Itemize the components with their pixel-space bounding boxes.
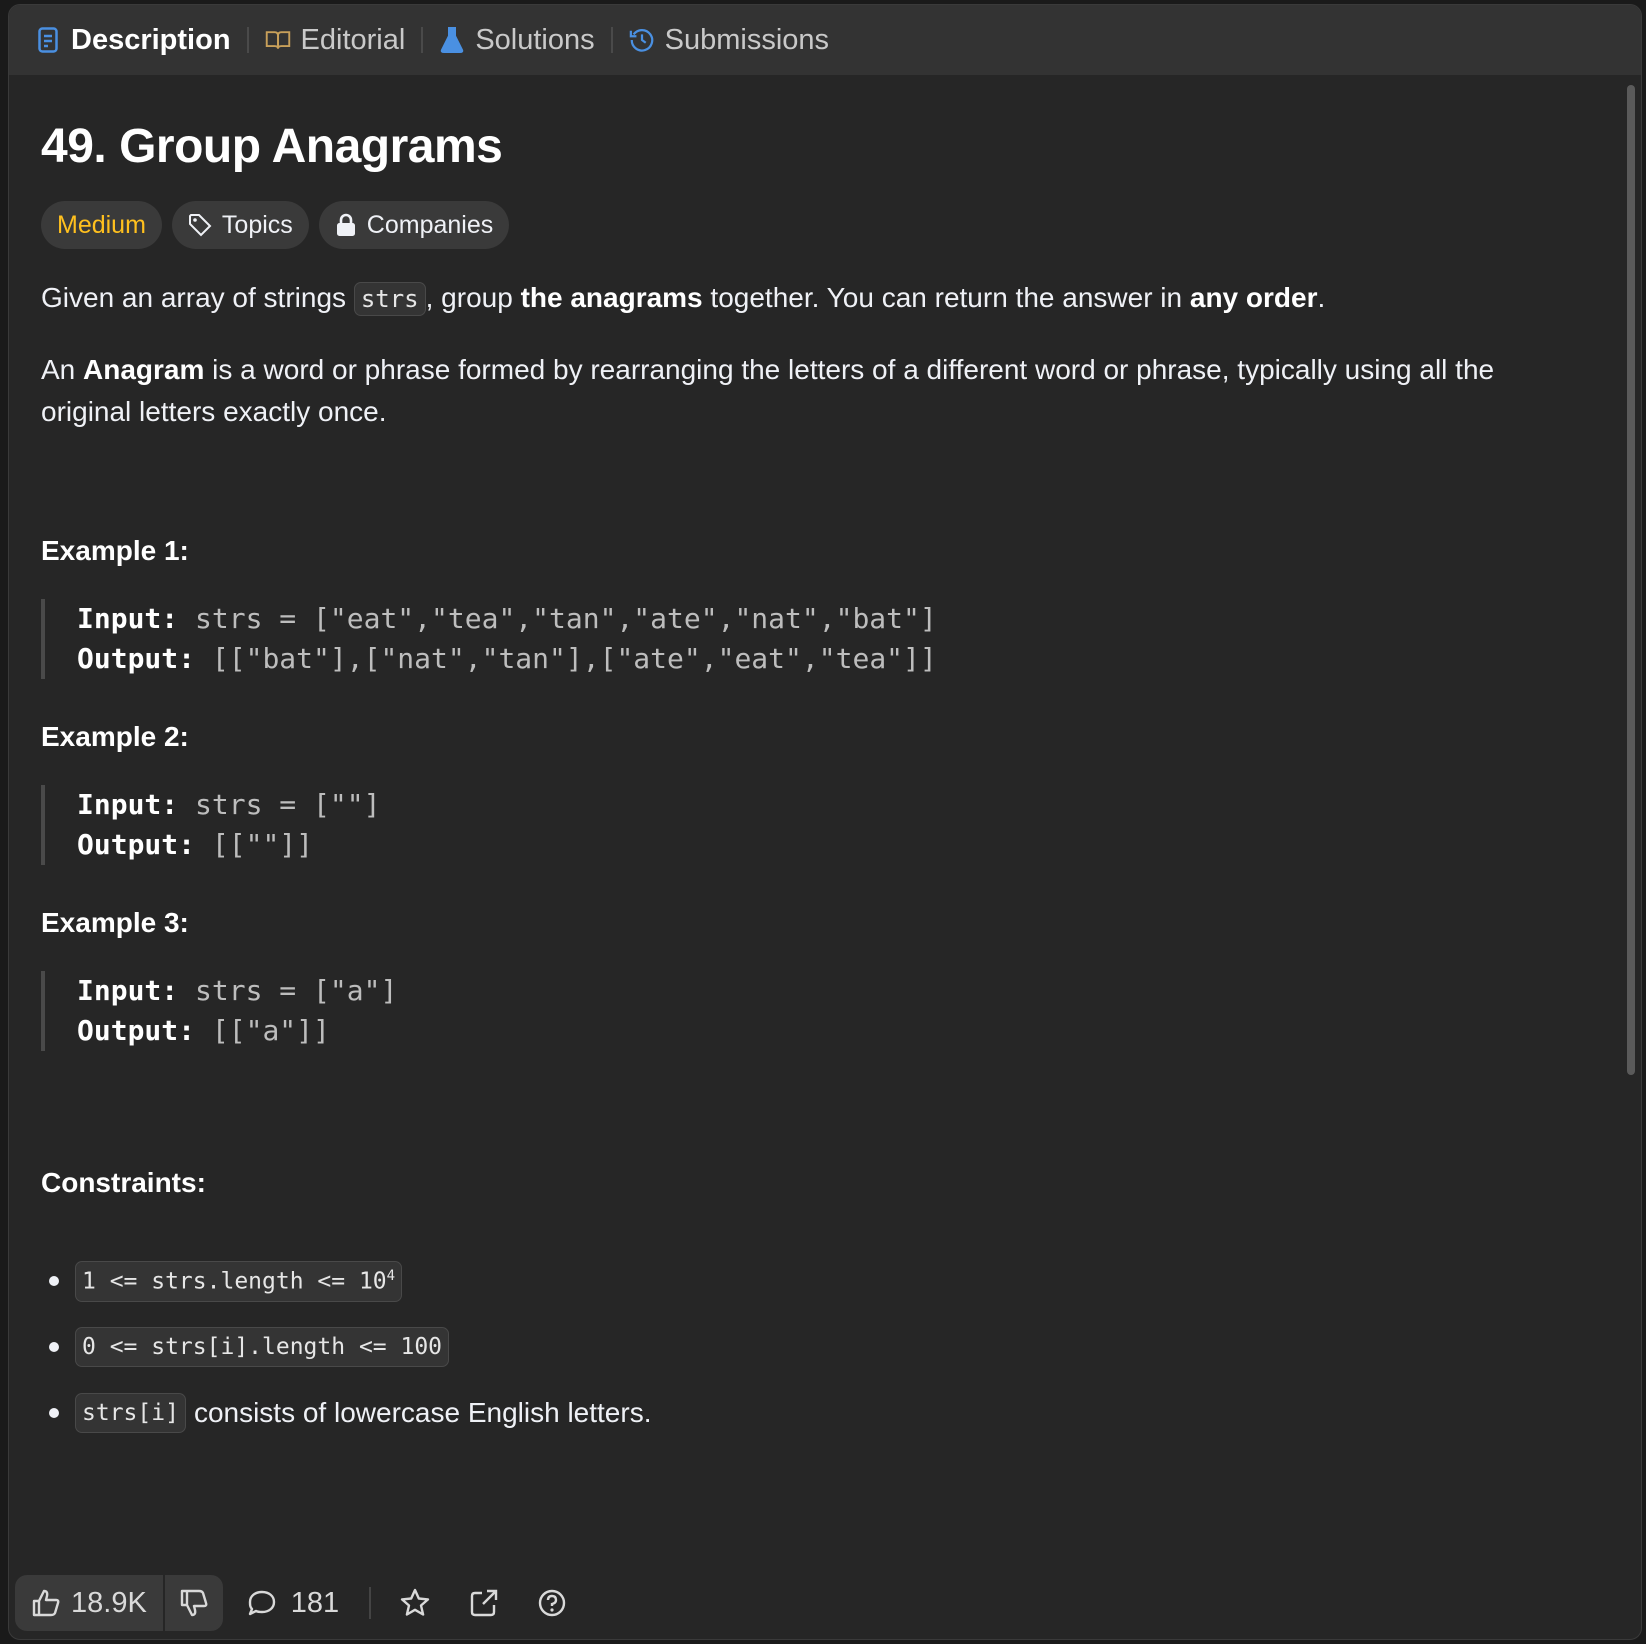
input-value: strs = ["eat","tea","tan","ate","nat","b… [178, 602, 937, 635]
tab-description[interactable]: Description [35, 5, 231, 75]
inline-code: 0 <= strs[i].length <= 100 [75, 1327, 450, 1367]
list-item: 0 <= strs[i].length <= 100 [41, 1327, 450, 1367]
help-button[interactable] [537, 1588, 567, 1618]
output-value: [["bat"],["nat","tan"],["ate","eat","tea… [195, 642, 937, 675]
page-title: 49. Group Anagrams [41, 120, 503, 173]
like-button[interactable]: 18.9K [15, 1575, 163, 1631]
history-icon [629, 25, 655, 55]
tab-label: Submissions [664, 23, 830, 56]
thumbs-down-icon [180, 1589, 208, 1617]
like-count: 18.9K [71, 1586, 147, 1619]
example-title: Example 1: [41, 535, 189, 566]
anagram-definition: An Anagram is a word or phrase formed by… [41, 349, 1521, 433]
favorite-button[interactable] [399, 1587, 431, 1619]
book-icon [265, 25, 291, 55]
example-title: Example 3: [41, 907, 189, 938]
problem-panel: Description Editorial Solutions Submissi… [8, 4, 1642, 1640]
code-text: 1 <= strs.length <= 10 [82, 1268, 387, 1295]
example-block: Input: strs = ["a"] Output: [["a"]] [41, 971, 397, 1051]
description-content: 49. Group Anagrams Medium Topics Compani… [41, 75, 1601, 1539]
text: An [41, 354, 84, 385]
bold-text: the anagrams [520, 282, 703, 313]
tag-icon [188, 214, 212, 237]
inline-code: strs[i] [75, 1393, 186, 1433]
document-icon [35, 25, 61, 55]
comments-button[interactable]: 181 [247, 1587, 339, 1620]
tab-bar: Description Editorial Solutions Submissi… [9, 5, 1641, 75]
tab-label: Editorial [300, 23, 406, 56]
output-label: Output: [77, 1014, 196, 1047]
input-label: Input: [77, 602, 179, 635]
list-item: strs[i] consists of lowercase English le… [41, 1393, 651, 1433]
companies-button[interactable]: Companies [318, 201, 510, 249]
help-icon [538, 1589, 566, 1617]
example-block: Input: strs = [""] Output: [[""]] [41, 785, 380, 865]
scrollbar[interactable] [1627, 85, 1635, 1075]
constraints-title: Constraints: [41, 1167, 206, 1198]
dislike-button[interactable] [165, 1575, 223, 1631]
text: is a word or phrase formed by rearrangin… [41, 354, 1495, 427]
star-icon [400, 1588, 430, 1616]
bullet [49, 1276, 59, 1287]
inline-code: 1 <= strs.length <= 104 [75, 1261, 403, 1302]
share-icon [470, 1589, 498, 1617]
input-label: Input: [77, 788, 179, 821]
output-label: Output: [77, 642, 196, 675]
topics-button[interactable]: Topics [171, 201, 309, 249]
lock-icon [336, 213, 355, 236]
bullet [49, 1408, 59, 1418]
list-item: 1 <= strs.length <= 104 [41, 1261, 403, 1302]
example-block: Input: strs = ["eat","tea","tan","ate","… [41, 599, 937, 679]
footer-toolbar: 18.9K 181 [15, 1575, 567, 1631]
tab-divider [610, 27, 613, 53]
vote-group: 18.9K [15, 1575, 223, 1631]
thumbs-up-icon [32, 1589, 60, 1617]
tab-editorial[interactable]: Editorial [265, 5, 406, 75]
bullet [49, 1342, 59, 1352]
companies-label: Companies [366, 210, 494, 239]
bold-text: Anagram [83, 354, 205, 385]
tag-row: Medium Topics Companies [41, 201, 510, 249]
comment-icon [248, 1590, 275, 1616]
output-label: Output: [77, 828, 196, 861]
constraint-text: consists of lowercase English letters. [193, 1397, 652, 1428]
input-value: strs = ["a"] [178, 974, 398, 1007]
tab-divider [421, 27, 424, 53]
description-paragraph: Given an array of strings strs, group th… [41, 277, 1591, 320]
tab-submissions[interactable]: Submissions [629, 5, 829, 75]
input-value: strs = [""] [178, 788, 381, 821]
tab-label: Description [71, 23, 231, 56]
tab-divider [246, 27, 249, 53]
tab-label: Solutions [475, 23, 595, 56]
inline-code: strs [353, 282, 426, 316]
comment-count: 181 [290, 1586, 340, 1619]
text: together. You can return the answer in [702, 282, 1190, 313]
flask-icon [439, 25, 465, 55]
tab-solutions[interactable]: Solutions [439, 5, 595, 75]
topics-label: Topics [221, 210, 293, 239]
bold-text: any order [1189, 282, 1318, 313]
text: Given an array of strings [41, 282, 354, 313]
share-button[interactable] [469, 1588, 499, 1618]
output-value: [["a"]] [195, 1014, 330, 1047]
example-title: Example 2: [41, 721, 189, 752]
input-label: Input: [77, 974, 179, 1007]
text: , group [425, 282, 521, 313]
text: . [1317, 282, 1326, 313]
superscript: 4 [386, 1268, 396, 1284]
divider [369, 1587, 372, 1619]
difficulty-badge: Medium [41, 201, 162, 249]
output-value: [[""]] [195, 828, 314, 861]
